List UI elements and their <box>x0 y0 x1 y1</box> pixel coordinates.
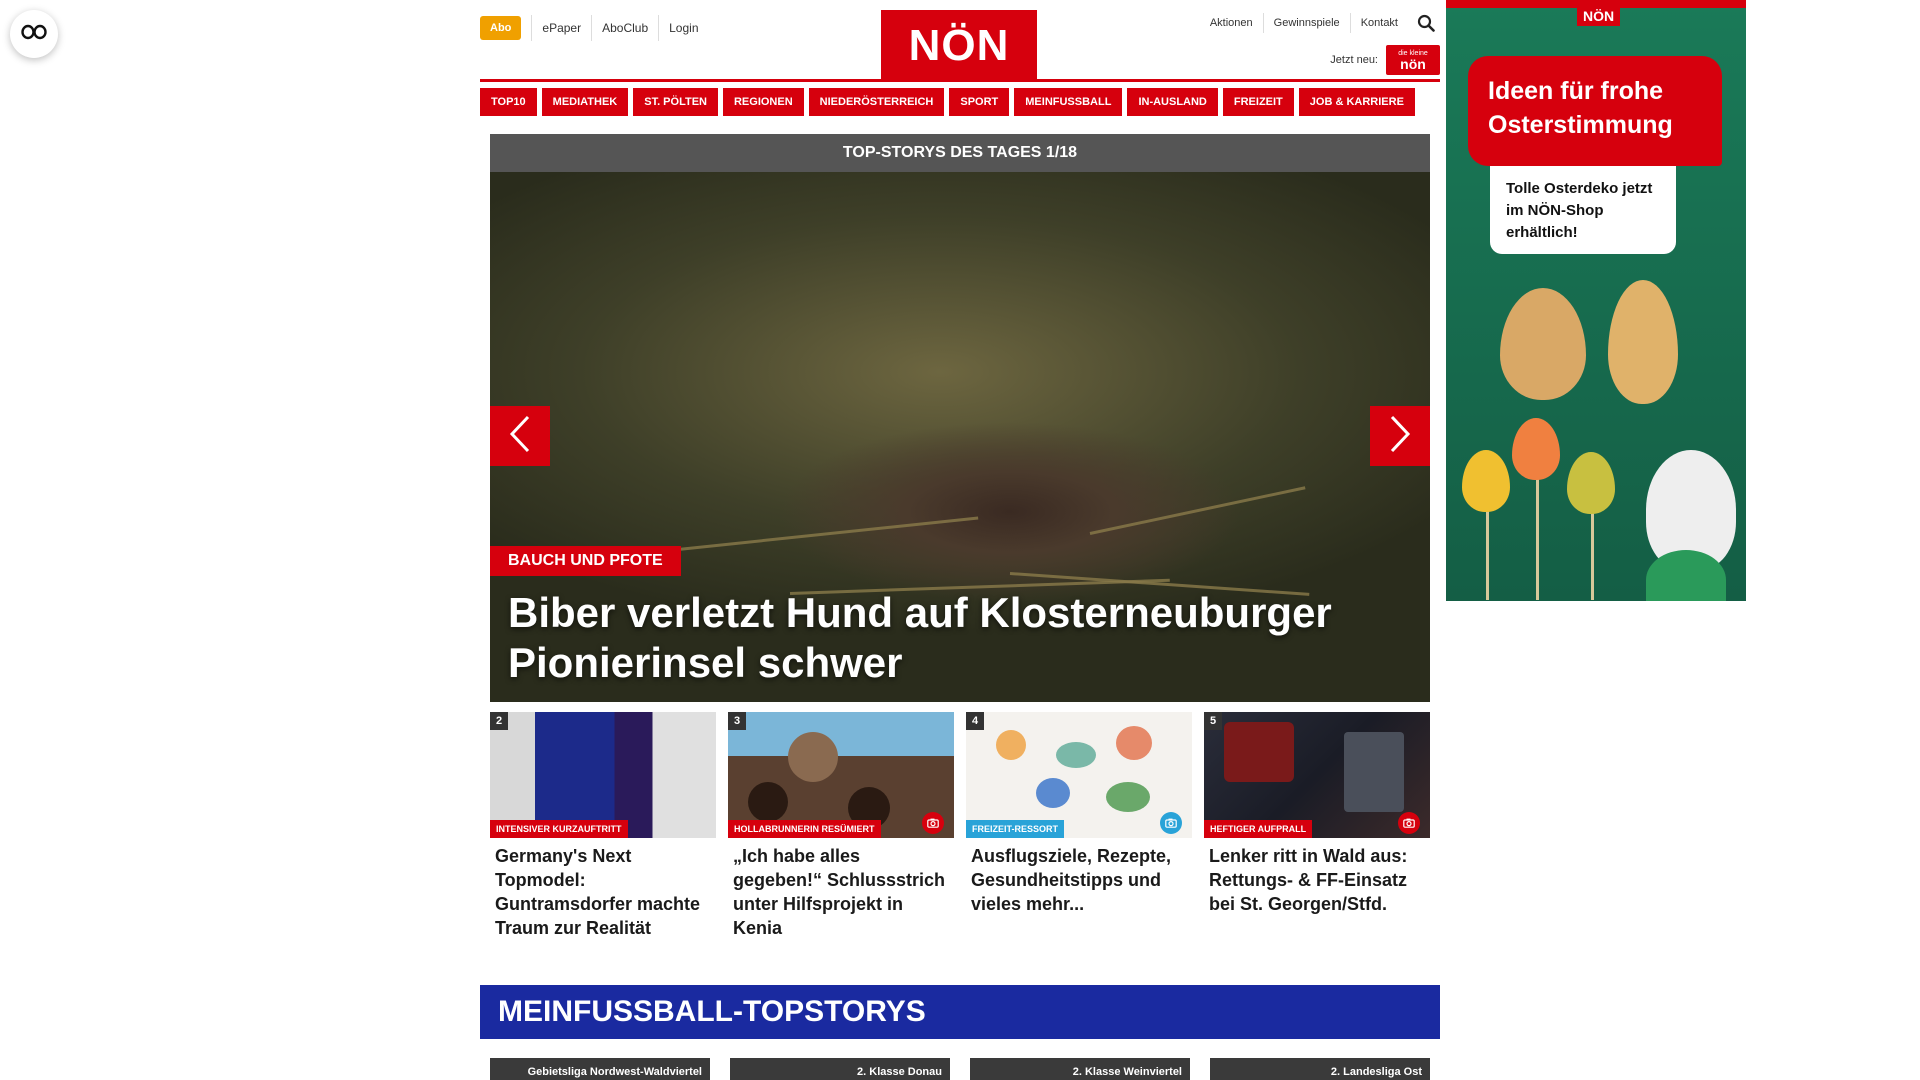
chevron-left-icon <box>509 415 531 458</box>
search-icon[interactable] <box>1412 12 1440 34</box>
aboclub-link[interactable]: AboClub <box>591 15 658 41</box>
story-title[interactable]: Ausflugsziele, Rezepte, Gesundheitstipps… <box>966 838 1192 916</box>
story-number: 5 <box>1204 712 1222 730</box>
camera-icon <box>1398 812 1420 834</box>
chevron-right-icon <box>1389 415 1411 458</box>
nav-freizeit[interactable]: FREIZEIT <box>1222 88 1294 116</box>
story-card[interactable]: 3 HOLLABRUNNERIN RESÜMIERT „Ich habe all… <box>728 712 954 940</box>
teaser-item[interactable]: 2. Klasse Donau <box>730 1058 950 1080</box>
header-right-links: Aktionen Gewinnspiele Kontakt <box>1200 12 1440 34</box>
teaser-item[interactable]: 2. Klasse Weinviertel <box>970 1058 1190 1080</box>
nav-regionen[interactable]: REGIONEN <box>722 88 804 116</box>
meinfussball-teasers: Gebietsliga Nordwest-Waldviertel 2. Klas… <box>490 1058 1430 1080</box>
decor-egg <box>1567 452 1615 514</box>
story-tag: HEFTIGER AUFPRALL <box>1204 820 1313 838</box>
aktionen-link[interactable]: Aktionen <box>1200 13 1264 33</box>
story-card[interactable]: 4 FREIZEIT-RESSORT Ausflugsziele, Rezept… <box>966 712 1192 940</box>
story-tag: INTENSIVER KURZAUFTRITT <box>490 820 628 838</box>
story-image[interactable]: 5 HEFTIGER AUFPRALL <box>1204 712 1430 838</box>
ad-subline: Tolle Osterdeko jetzt im NÖN-Shop erhält… <box>1490 166 1676 254</box>
top-story-slider: TOP-STORYS DES TAGES 1/18 BAUCH UND PFOT… <box>490 134 1430 702</box>
section-heading[interactable]: MEINFUSSBALL-TOPSTORYS <box>480 985 1440 1039</box>
nav-niederoesterreich[interactable]: NIEDERÖSTERREICH <box>808 88 945 116</box>
hero-image[interactable]: BAUCH UND PFOTE Biber verletzt Hund auf … <box>490 172 1430 702</box>
site-header: Abo ePaper AboClub Login NÖN Aktionen Ge… <box>480 0 1440 82</box>
story-image[interactable]: 4 FREIZEIT-RESSORT <box>966 712 1192 838</box>
abo-button[interactable]: Abo <box>480 16 522 40</box>
story-cards: 2 INTENSIVER KURZAUFTRITT Germany's Next… <box>490 712 1430 940</box>
nav-job-karriere[interactable]: JOB & KARRIERE <box>1298 88 1415 116</box>
hero-headline[interactable]: Biber verletzt Hund auf Klosterneuburger… <box>508 588 1400 688</box>
login-link[interactable]: Login <box>658 15 708 41</box>
main-nav: TOP10 MEDIATHEK ST. PÖLTEN REGIONEN NIED… <box>480 88 1440 116</box>
slider-next-button[interactable] <box>1370 406 1430 466</box>
kleine-noen-badge[interactable]: die kleine nön <box>1386 45 1440 75</box>
kontakt-link[interactable]: Kontakt <box>1351 13 1408 33</box>
rabbit-egg-cup <box>1646 550 1726 601</box>
camera-icon <box>1160 812 1182 834</box>
bunny-figure <box>1608 280 1678 404</box>
story-title[interactable]: Lenker ritt in Wald aus: Rettungs- & FF-… <box>1204 838 1430 916</box>
ad-logo: NÖN <box>1577 6 1621 26</box>
story-image[interactable]: 2 INTENSIVER KURZAUFTRITT <box>490 712 716 838</box>
teaser-item[interactable]: Gebietsliga Nordwest-Waldviertel <box>490 1058 710 1080</box>
decor-egg <box>1512 418 1560 480</box>
nav-mediathek[interactable]: MEDIATHEK <box>541 88 629 116</box>
nav-top10[interactable]: TOP10 <box>480 88 537 116</box>
ad-headline: Ideen für frohe Osterstimmung <box>1468 56 1722 166</box>
story-card[interactable]: 5 HEFTIGER AUFPRALL Lenker ritt in Wald … <box>1204 712 1430 940</box>
nav-in-ausland[interactable]: IN-AUSLAND <box>1127 88 1218 116</box>
gewinnspiele-link[interactable]: Gewinnspiele <box>1264 13 1351 33</box>
camera-icon <box>922 812 944 834</box>
header-left-links: Abo ePaper AboClub Login <box>480 15 709 41</box>
story-title[interactable]: Germany's Next Topmodel: Guntramsdorfer … <box>490 838 716 940</box>
site-logo[interactable]: NÖN <box>881 10 1037 82</box>
nav-sport[interactable]: SPORT <box>949 88 1010 116</box>
story-number: 4 <box>966 712 984 730</box>
slider-prev-button[interactable] <box>490 406 550 466</box>
story-tag: HOLLABRUNNERIN RESÜMIERT <box>728 820 881 838</box>
story-number: 3 <box>728 712 746 730</box>
nav-meinfussball[interactable]: MEINFUSSBALL <box>1014 88 1123 116</box>
slider-header: TOP-STORYS DES TAGES 1/18 <box>490 134 1430 172</box>
app-badge-text: nön <box>1400 55 1426 72</box>
story-card[interactable]: 2 INTENSIVER KURZAUFTRITT Germany's Next… <box>490 712 716 940</box>
wicker-egg <box>1500 288 1586 400</box>
story-number: 2 <box>490 712 508 730</box>
decor-egg <box>1462 450 1510 512</box>
story-tag: FREIZEIT-RESSORT <box>966 820 1065 838</box>
nav-st-poelten[interactable]: ST. PÖLTEN <box>633 88 718 116</box>
page-content: Abo ePaper AboClub Login NÖN Aktionen Ge… <box>480 0 1440 1080</box>
hero-category-tag[interactable]: BAUCH UND PFOTE <box>490 546 681 576</box>
teaser-item[interactable]: 2. Landesliga Ost <box>1210 1058 1430 1080</box>
jetzt-neu: Jetzt neu: die kleine nön <box>1330 45 1440 75</box>
accessibility-button[interactable] <box>10 10 58 58</box>
story-image[interactable]: 3 HOLLABRUNNERIN RESÜMIERT <box>728 712 954 838</box>
epaper-link[interactable]: ePaper <box>531 15 591 41</box>
accessibility-icon <box>21 24 47 45</box>
story-title[interactable]: „Ich habe alles gegeben!“ Schlussstrich … <box>728 838 954 940</box>
easter-advertisement[interactable]: NÖN Ideen für frohe Osterstimmung Tolle … <box>1446 0 1746 601</box>
jetzt-neu-label: Jetzt neu: <box>1330 54 1378 66</box>
